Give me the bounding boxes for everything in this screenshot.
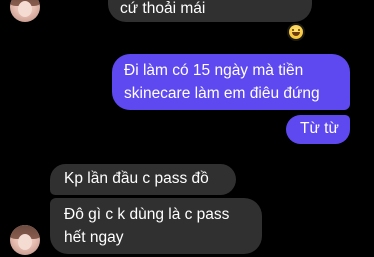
contact-avatar[interactable] bbox=[10, 0, 40, 22]
message-text-line: Đô gì c k dùng là c pass bbox=[64, 206, 230, 223]
message-text: Kp lần đầu c pass đồ bbox=[64, 170, 209, 187]
avatar-face bbox=[18, 1, 32, 17]
outgoing-message[interactable]: Từ từ bbox=[286, 115, 350, 144]
incoming-message[interactable]: Đô gì c k dùng là c pass hết ngay bbox=[50, 198, 262, 254]
message-text: Từ từ bbox=[300, 120, 339, 137]
reaction-badge[interactable] bbox=[287, 23, 305, 41]
outgoing-message[interactable]: Đi làm có 15 ngày mà tiền skinecare làm … bbox=[112, 54, 350, 110]
incoming-message[interactable]: cứ thoải mái bbox=[108, 0, 312, 22]
chat-thread: cứ thoải mái Đi làm có 15 ngày mà tiền s… bbox=[0, 0, 374, 257]
message-text-line: hết ngay bbox=[64, 229, 124, 246]
grinning-face-icon bbox=[289, 25, 303, 39]
message-text-line: skinecare làm em điêu đứng bbox=[124, 85, 320, 102]
incoming-message[interactable]: Kp lần đầu c pass đồ bbox=[50, 164, 236, 195]
message-text: cứ thoải mái bbox=[120, 0, 206, 17]
avatar-face bbox=[18, 234, 32, 250]
message-text-line: Đi làm có 15 ngày mà tiền bbox=[124, 62, 304, 79]
contact-avatar[interactable] bbox=[10, 225, 40, 255]
